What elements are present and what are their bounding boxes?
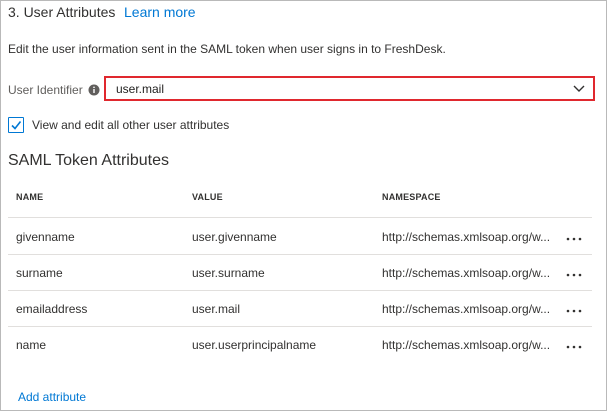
- attribute-name: name: [16, 338, 47, 352]
- table-row[interactable]: emailaddress user.mail http://schemas.xm…: [8, 291, 592, 327]
- saml-heading: SAML Token Attributes: [8, 152, 169, 169]
- attribute-namespace: http://schemas.xmlsoap.org/w...: [382, 266, 551, 280]
- attribute-name: surname: [16, 266, 63, 280]
- column-header-namespace: NAMESPACE: [382, 192, 441, 202]
- checkmark-icon: [11, 121, 22, 130]
- attribute-value: user.userprincipalname: [192, 338, 317, 352]
- attribute-namespace: http://schemas.xmlsoap.org/w...: [382, 230, 551, 244]
- more-horizontal-icon[interactable]: [565, 226, 583, 244]
- view-edit-label: View and edit all other user attributes: [32, 118, 230, 132]
- table-row[interactable]: givenname user.givenname http://schemas.…: [8, 219, 592, 255]
- user-identifier-dropdown[interactable]: user.mail: [104, 76, 595, 101]
- attribute-value: user.givenname: [192, 230, 277, 244]
- attribute-namespace: http://schemas.xmlsoap.org/w...: [382, 338, 551, 352]
- table-row[interactable]: name user.userprincipalname http://schem…: [8, 327, 592, 363]
- attribute-name: emailaddress: [16, 302, 88, 316]
- column-header-name: NAME: [16, 192, 44, 202]
- section-title: 3. User Attributes: [8, 4, 116, 20]
- add-attribute-link[interactable]: Add attribute: [18, 390, 86, 404]
- view-edit-checkbox[interactable]: [8, 117, 24, 133]
- more-horizontal-icon[interactable]: [565, 334, 583, 352]
- header-divider: [8, 217, 592, 218]
- attribute-name: givenname: [16, 230, 75, 244]
- column-header-value: VALUE: [192, 192, 223, 202]
- more-horizontal-icon[interactable]: [565, 298, 583, 316]
- info-icon[interactable]: [88, 84, 100, 96]
- attribute-value: user.surname: [192, 266, 265, 280]
- attribute-namespace: http://schemas.xmlsoap.org/w...: [382, 302, 551, 316]
- table-row[interactable]: surname user.surname http://schemas.xmls…: [8, 255, 592, 291]
- user-identifier-value: user.mail: [116, 82, 165, 96]
- attribute-value: user.mail: [192, 302, 241, 316]
- section-description: Edit the user information sent in the SA…: [8, 42, 446, 56]
- more-horizontal-icon[interactable]: [565, 262, 583, 280]
- user-identifier-label: User Identifier: [8, 83, 83, 97]
- learn-more-link[interactable]: Learn more: [124, 4, 196, 20]
- chevron-down-icon: [573, 85, 585, 92]
